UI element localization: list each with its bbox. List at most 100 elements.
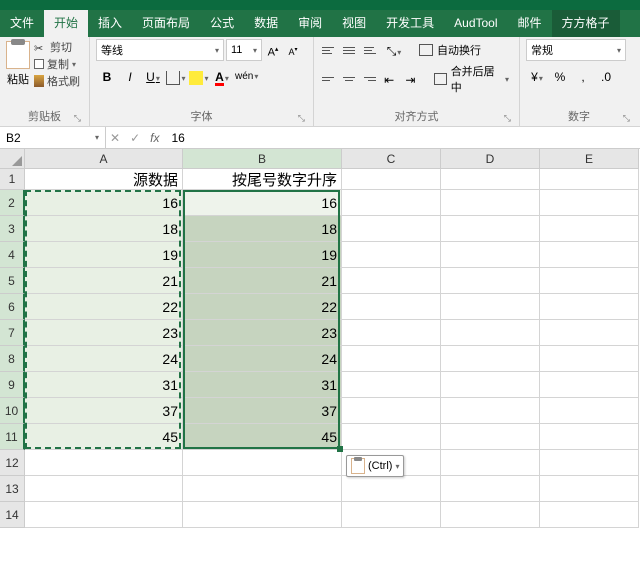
cell-A11[interactable]: 45: [25, 424, 183, 450]
wrap-text-button[interactable]: 自动换行: [415, 40, 485, 60]
row-header-12[interactable]: 12: [0, 450, 25, 476]
bold-button[interactable]: B: [96, 65, 118, 87]
paste-options-button[interactable]: (Ctrl) ▾: [346, 455, 404, 477]
cell-B9[interactable]: 31: [183, 372, 342, 398]
cell-D1[interactable]: [441, 169, 540, 190]
row-header-7[interactable]: 7: [0, 320, 25, 346]
cell-C13[interactable]: [342, 476, 441, 502]
cell-B6[interactable]: 22: [183, 294, 342, 320]
cell-D4[interactable]: [441, 242, 540, 268]
cell-A5[interactable]: 21: [25, 268, 183, 294]
cell-B12[interactable]: [183, 450, 342, 476]
col-header-C[interactable]: C: [342, 149, 441, 169]
cell-C4[interactable]: [342, 242, 441, 268]
paste-button[interactable]: 粘贴: [6, 39, 30, 87]
cell-D3[interactable]: [441, 216, 540, 242]
align-center-button[interactable]: [340, 69, 359, 89]
cell-D14[interactable]: [441, 502, 540, 528]
cell-B2[interactable]: 16: [183, 190, 342, 216]
font-size-combo[interactable]: 11▾: [226, 39, 262, 61]
cell-A9[interactable]: 31: [25, 372, 183, 398]
fx-icon[interactable]: fx: [150, 131, 159, 145]
align-middle-button[interactable]: [341, 40, 361, 60]
select-all-button[interactable]: [0, 149, 25, 169]
row-header-6[interactable]: 6: [0, 294, 25, 320]
orientation-button[interactable]: ⤡: [383, 39, 405, 61]
col-header-A[interactable]: A: [25, 149, 183, 169]
row-header-2[interactable]: 2: [0, 190, 25, 216]
cell-B11[interactable]: 45: [183, 424, 342, 450]
cell-A10[interactable]: 37: [25, 398, 183, 424]
cell-B4[interactable]: 19: [183, 242, 342, 268]
font-color-button[interactable]: A: [211, 65, 233, 87]
tab-home[interactable]: 开始: [44, 10, 88, 37]
row-header-10[interactable]: 10: [0, 398, 25, 424]
cell-D9[interactable]: [441, 372, 540, 398]
cut-button[interactable]: ✂剪切: [34, 39, 80, 55]
cell-C2[interactable]: [342, 190, 441, 216]
cell-D8[interactable]: [441, 346, 540, 372]
name-box[interactable]: B2▾: [0, 127, 106, 148]
pinyin-button[interactable]: wén: [234, 65, 256, 87]
cell-E7[interactable]: [540, 320, 639, 346]
tab-formulas[interactable]: 公式: [200, 10, 244, 37]
cell-E11[interactable]: [540, 424, 639, 450]
format-painter-button[interactable]: 格式刷: [34, 73, 80, 89]
underline-button[interactable]: U: [142, 65, 164, 87]
merge-center-button[interactable]: 合并后居中: [430, 61, 513, 97]
cell-B5[interactable]: 21: [183, 268, 342, 294]
cell-B1[interactable]: 按尾号数字升序: [183, 169, 342, 190]
cell-C3[interactable]: [342, 216, 441, 242]
increase-indent-button[interactable]: ⇥: [400, 68, 420, 90]
row-header-5[interactable]: 5: [0, 268, 25, 294]
cell-A3[interactable]: 18: [25, 216, 183, 242]
row-header-14[interactable]: 14: [0, 502, 25, 528]
formula-input[interactable]: 16: [163, 131, 640, 145]
font-name-combo[interactable]: 等线▾: [96, 39, 224, 61]
align-top-button[interactable]: [320, 40, 340, 60]
comma-button[interactable]: ,: [572, 65, 594, 87]
copy-button[interactable]: 复制 ▾: [34, 56, 80, 72]
cell-C10[interactable]: [342, 398, 441, 424]
col-header-E[interactable]: E: [540, 149, 639, 169]
cell-D5[interactable]: [441, 268, 540, 294]
border-button[interactable]: [165, 65, 187, 87]
cell-E5[interactable]: [540, 268, 639, 294]
tab-insert[interactable]: 插入: [88, 10, 132, 37]
cell-C5[interactable]: [342, 268, 441, 294]
cell-B7[interactable]: 23: [183, 320, 342, 346]
cell-D13[interactable]: [441, 476, 540, 502]
cell-C9[interactable]: [342, 372, 441, 398]
cell-B8[interactable]: 24: [183, 346, 342, 372]
increase-font-button[interactable]: A▴: [264, 39, 282, 61]
cell-B10[interactable]: 37: [183, 398, 342, 424]
cell-A2[interactable]: 16: [25, 190, 183, 216]
cell-E13[interactable]: [540, 476, 639, 502]
align-bottom-button[interactable]: [362, 40, 382, 60]
cell-D11[interactable]: [441, 424, 540, 450]
clipboard-expand-icon[interactable]: ⤡: [74, 113, 81, 124]
cell-E12[interactable]: [540, 450, 639, 476]
cell-A6[interactable]: 22: [25, 294, 183, 320]
cell-B3[interactable]: 18: [183, 216, 342, 242]
cell-E6[interactable]: [540, 294, 639, 320]
number-expand-icon[interactable]: ⤡: [623, 113, 630, 124]
row-header-1[interactable]: 1: [0, 169, 25, 190]
tab-file[interactable]: 文件: [0, 10, 44, 37]
cell-E1[interactable]: [540, 169, 639, 190]
tab-mail[interactable]: 邮件: [508, 10, 552, 37]
tab-data[interactable]: 数据: [244, 10, 288, 37]
row-header-9[interactable]: 9: [0, 372, 25, 398]
cell-E3[interactable]: [540, 216, 639, 242]
cell-C8[interactable]: [342, 346, 441, 372]
cell-C1[interactable]: [342, 169, 441, 190]
cell-E4[interactable]: [540, 242, 639, 268]
cell-C14[interactable]: [342, 502, 441, 528]
tab-view[interactable]: 视图: [332, 10, 376, 37]
cell-A7[interactable]: 23: [25, 320, 183, 346]
cell-C7[interactable]: [342, 320, 441, 346]
row-header-4[interactable]: 4: [0, 242, 25, 268]
cell-A12[interactable]: [25, 450, 183, 476]
row-header-3[interactable]: 3: [0, 216, 25, 242]
tab-review[interactable]: 审阅: [288, 10, 332, 37]
